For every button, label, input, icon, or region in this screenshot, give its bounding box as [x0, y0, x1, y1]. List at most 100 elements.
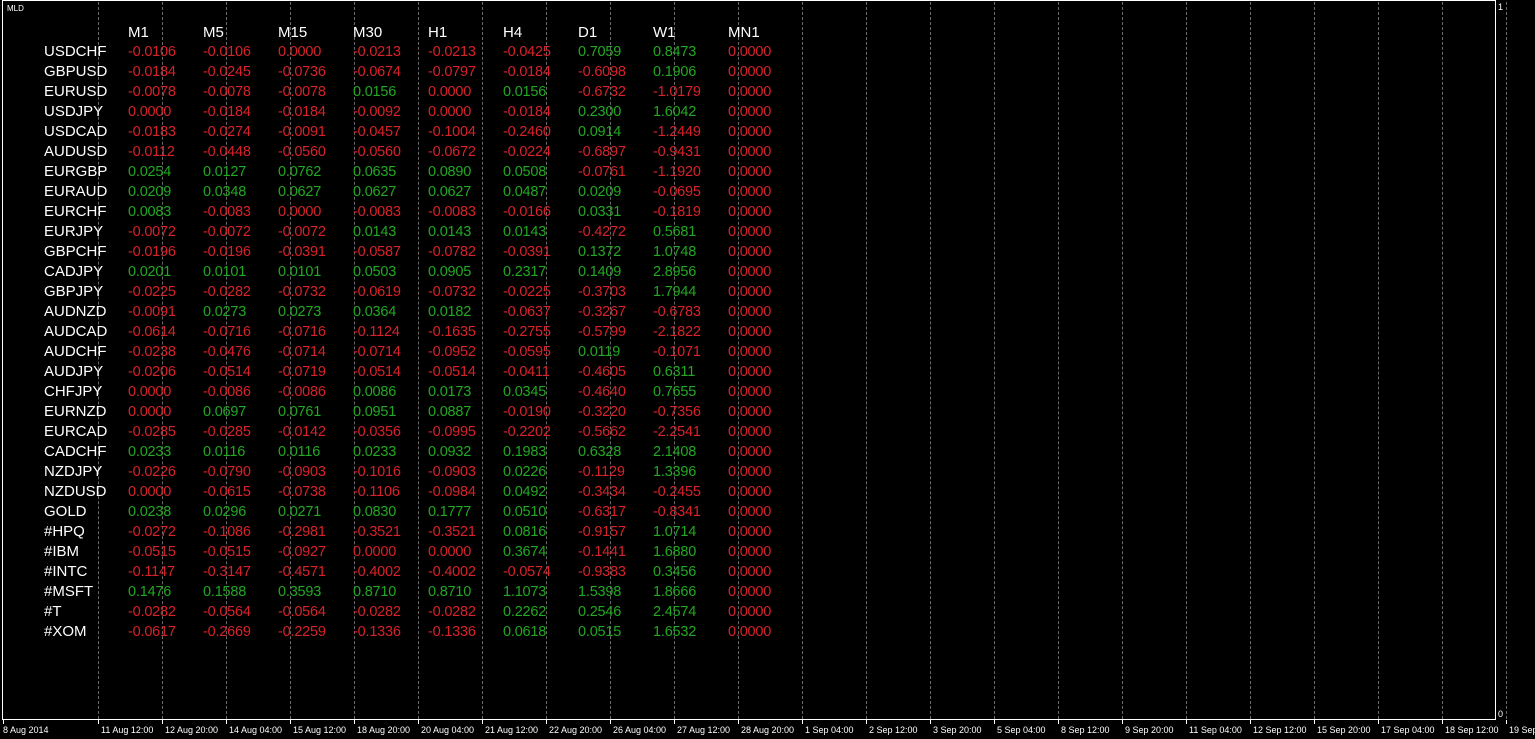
strength-value: -0.1124	[353, 324, 400, 340]
strength-value: 0.0000	[728, 224, 772, 240]
strength-value: -1.0179	[653, 84, 701, 100]
strength-value: -0.0112	[128, 144, 175, 160]
strength-value: 0.0000	[428, 84, 472, 100]
strength-value: 0.0254	[128, 164, 172, 180]
strength-value: -0.0425	[503, 44, 551, 60]
time-tick	[1250, 720, 1251, 724]
chart-window[interactable]: MLD 1 0 M1 M5 M15 M30 H1 H4 D1 W1 MN1 USDCHF -0.01…	[0, 0, 1535, 739]
strength-value: -0.0072	[203, 224, 251, 240]
time-label: 9 Sep 20:00	[1125, 725, 1174, 735]
time-tick	[1058, 720, 1059, 724]
symbol-label: AUDJPY	[44, 363, 104, 380]
strength-value: 0.0000	[728, 464, 772, 480]
price-scale-max: 1	[1498, 2, 1504, 12]
time-label: 18 Sep 12:00	[1445, 725, 1499, 735]
time-label: 17 Sep 04:00	[1381, 725, 1435, 735]
strength-value: 0.1588	[203, 584, 247, 600]
timeframe-header-h4: H4	[503, 24, 523, 41]
strength-value: 0.0226	[503, 464, 547, 480]
grid-line	[1186, 2, 1187, 719]
symbol-label: #T	[44, 603, 62, 620]
strength-value: 0.8710	[428, 584, 472, 600]
grid-line	[1058, 2, 1059, 719]
strength-value: 0.0000	[728, 324, 772, 340]
strength-value: 0.0238	[128, 504, 172, 520]
strength-value: 0.0116	[203, 444, 246, 460]
strength-value: 0.0000	[728, 144, 772, 160]
grid-line	[994, 2, 995, 719]
strength-value: 0.0000	[728, 84, 772, 100]
strength-value: 1.5398	[578, 584, 622, 600]
grid-line	[1506, 2, 1507, 719]
strength-value: 0.2546	[578, 604, 622, 620]
strength-value: 0.1983	[503, 444, 547, 460]
strength-value: -1.1920	[653, 164, 701, 180]
time-label: 22 Aug 20:00	[549, 725, 603, 735]
strength-value: -0.0224	[503, 144, 551, 160]
strength-value: -0.3521	[353, 524, 401, 540]
strength-value: -0.0674	[353, 64, 401, 80]
time-label: 11 Aug 12:00	[101, 725, 154, 735]
strength-value: 0.6311	[653, 364, 696, 380]
grid-line	[1378, 2, 1379, 719]
strength-value: -0.0714	[353, 344, 401, 360]
strength-value: -0.0595	[503, 344, 551, 360]
strength-value: -0.0716	[278, 324, 326, 340]
time-tick	[674, 720, 675, 724]
time-tick	[802, 720, 803, 724]
strength-value: 0.0697	[203, 404, 247, 420]
strength-value: -0.0587	[353, 244, 401, 260]
strength-value: -0.4272	[578, 224, 626, 240]
strength-value: 0.1476	[128, 584, 172, 600]
strength-value: 0.0000	[728, 584, 772, 600]
strength-value: -1.2449	[653, 124, 701, 140]
strength-value: -0.0078	[203, 84, 251, 100]
strength-value: -0.4002	[428, 564, 476, 580]
strength-value: -0.0086	[278, 384, 326, 400]
time-label: 3 Sep 20:00	[933, 725, 982, 735]
strength-value: 0.0348	[203, 184, 247, 200]
strength-value: -2.2541	[653, 424, 701, 440]
strength-value: 0.0000	[728, 304, 772, 320]
timeframe-header-m30: M30	[353, 24, 383, 41]
strength-value: 0.0209	[578, 184, 622, 200]
strength-value: -0.2455	[653, 484, 701, 500]
strength-value: -0.0761	[578, 164, 626, 180]
strength-value: 0.1409	[578, 264, 622, 280]
strength-value: -0.0903	[428, 464, 476, 480]
time-tick	[930, 720, 931, 724]
strength-value: -0.0184	[203, 104, 251, 120]
strength-value: 0.0119	[578, 344, 621, 360]
strength-value: 0.0116	[278, 444, 321, 460]
strength-value: 0.2317	[503, 264, 547, 280]
strength-value: 0.0156	[353, 84, 397, 100]
time-tick	[1122, 720, 1123, 724]
strength-value: -0.1106	[353, 484, 400, 500]
timeframe-header-m5: M5	[203, 24, 224, 41]
strength-value: -0.1336	[428, 624, 476, 640]
strength-value: 0.0233	[128, 444, 172, 460]
strength-value: 0.0000	[428, 104, 472, 120]
strength-value: 0.0000	[728, 204, 772, 220]
strength-value: 2.8956	[653, 264, 697, 280]
strength-value: 0.8710	[353, 584, 397, 600]
strength-value: 0.0000	[728, 504, 772, 520]
time-label: 8 Aug 2014	[3, 725, 49, 735]
strength-value: 0.0086	[353, 384, 397, 400]
symbol-label: EURJPY	[44, 223, 104, 240]
strength-value: -0.0072	[278, 224, 326, 240]
indicator-short-name: MLD	[7, 4, 24, 13]
strength-value: -0.0564	[203, 604, 251, 620]
symbol-label: NZDUSD	[44, 483, 107, 500]
strength-value: -0.0736	[278, 64, 326, 80]
strength-value: -0.0225	[503, 284, 551, 300]
strength-value: 0.0233	[353, 444, 397, 460]
strength-value: -0.3267	[578, 304, 626, 320]
strength-value: 0.0364	[353, 304, 397, 320]
strength-value: 1.0714	[653, 524, 697, 540]
time-tick	[610, 720, 611, 724]
time-label: 28 Aug 20:00	[741, 725, 795, 735]
symbol-label: #INTC	[44, 563, 88, 580]
strength-value: 0.0487	[503, 184, 547, 200]
strength-value: 0.1777	[428, 504, 472, 520]
